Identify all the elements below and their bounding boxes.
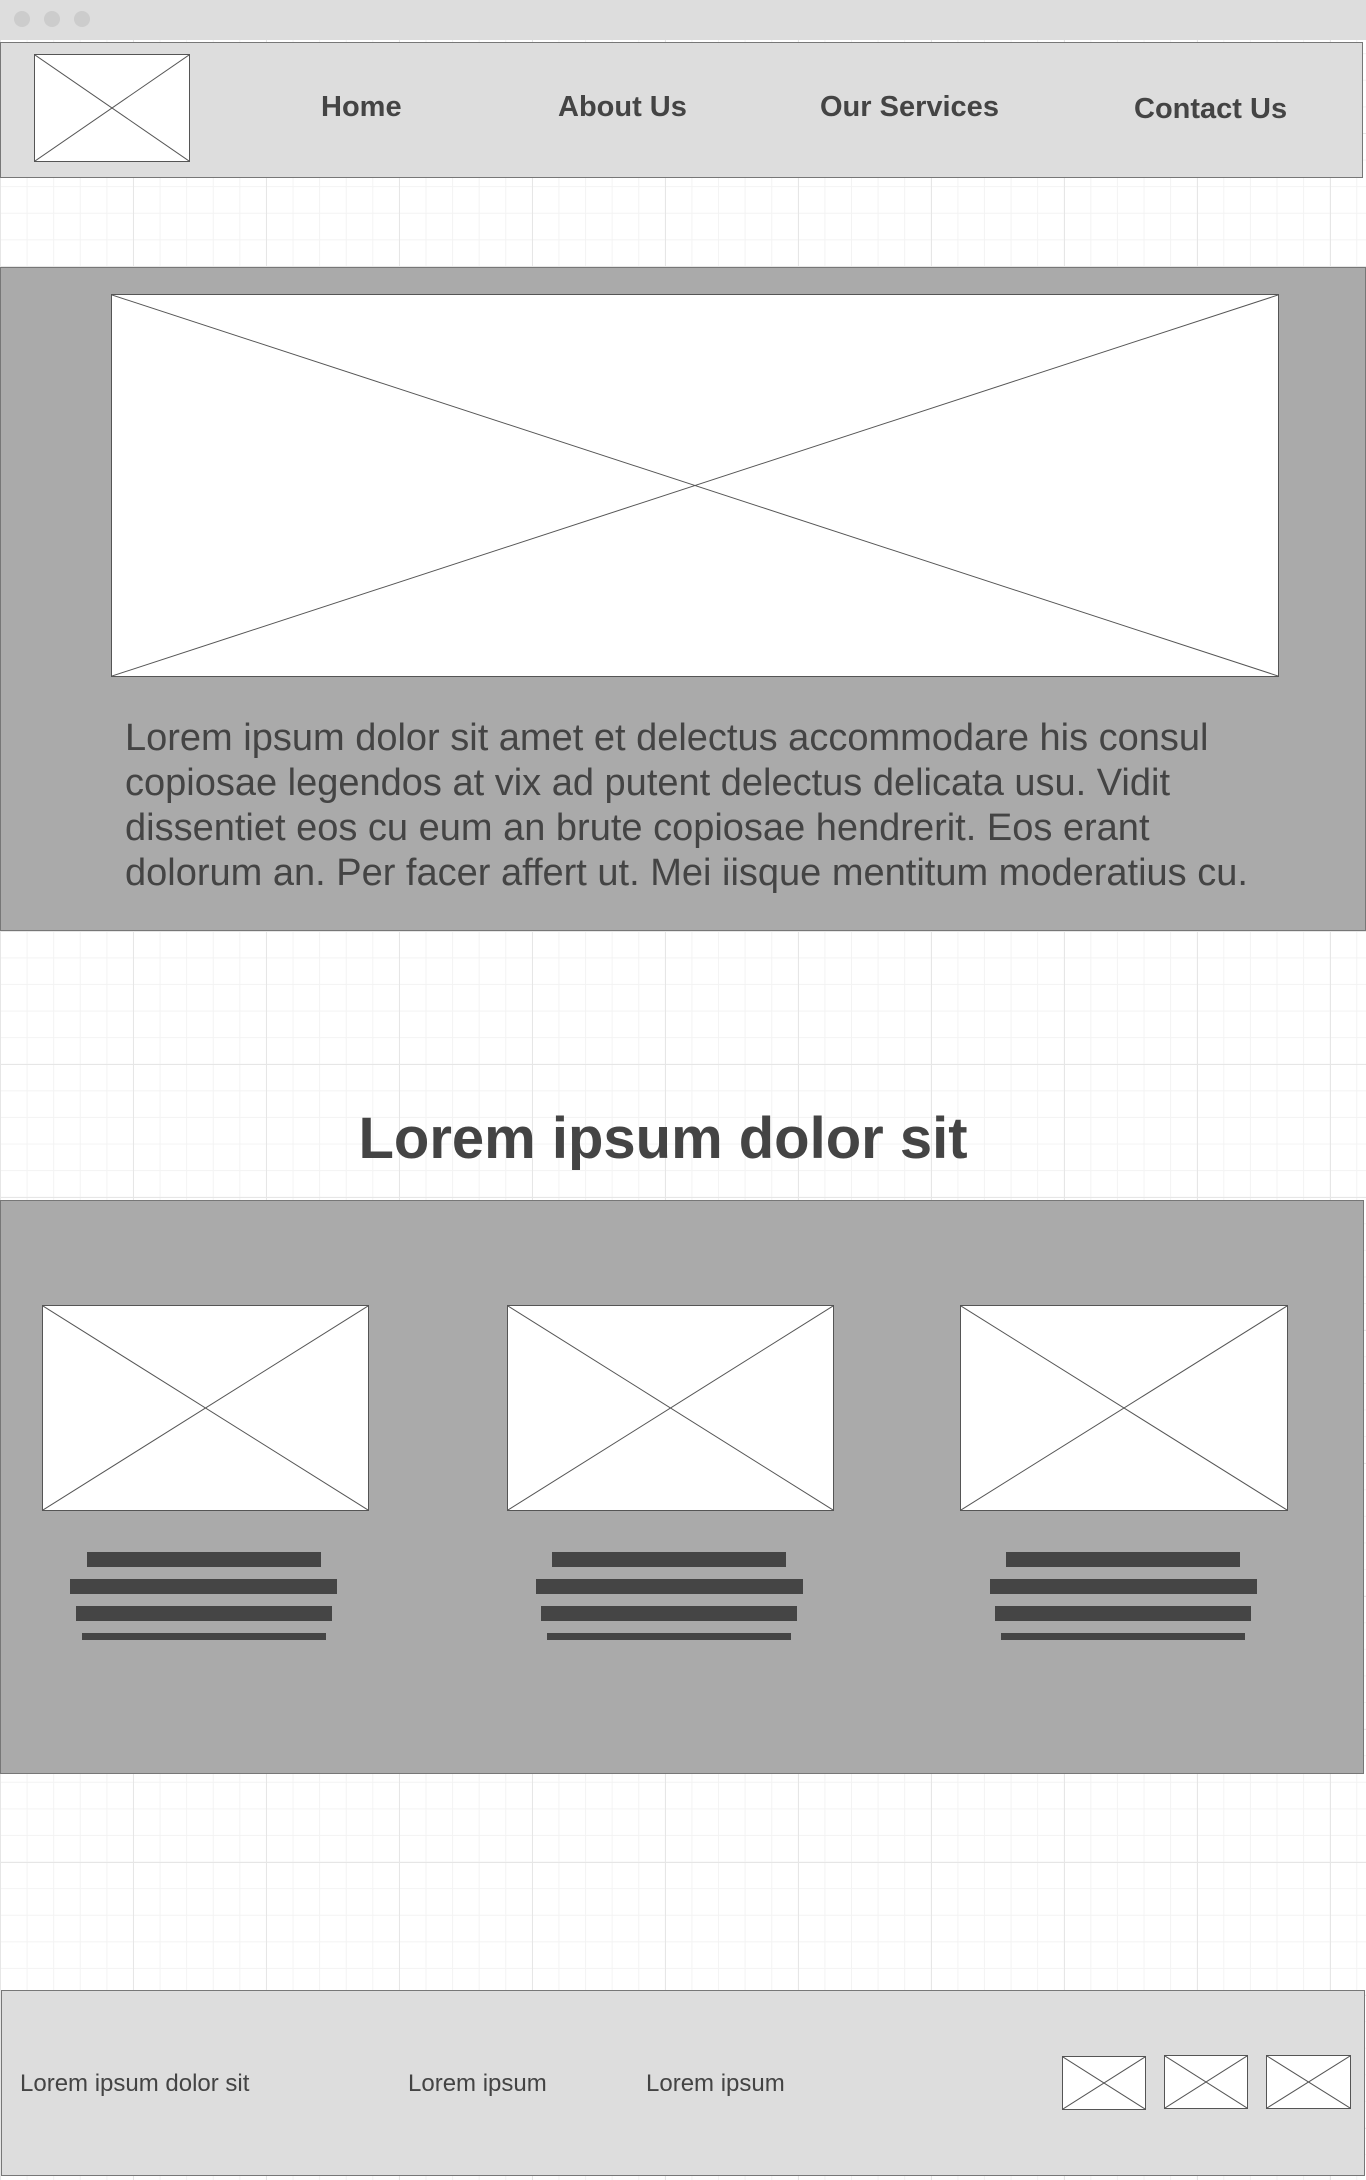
placeholder-cross-icon [43, 1306, 368, 1510]
social-icon-placeholder[interactable] [1062, 2056, 1146, 2110]
hero-paragraph: Lorem ipsum dolor sit amet et delectus a… [125, 717, 1248, 894]
placeholder-cross-icon [508, 1306, 833, 1510]
text-line-placeholder [990, 1579, 1257, 1594]
feature-image-placeholder[interactable] [960, 1305, 1288, 1511]
text-line-placeholder [70, 1579, 337, 1594]
hero-section: Lorem ipsum dolor sit amet et delectus a… [0, 267, 1366, 931]
text-line-placeholder [76, 1606, 332, 1621]
text-line-placeholder [541, 1606, 797, 1621]
social-icon-placeholder[interactable] [1164, 2055, 1248, 2109]
nav-our-services[interactable]: Our Services [820, 91, 999, 124]
text-line-placeholder [536, 1579, 803, 1594]
window-titlebar [0, 0, 1366, 40]
feature-image-placeholder[interactable] [42, 1305, 369, 1511]
placeholder-cross-icon [1267, 2056, 1350, 2108]
window-minimize-button[interactable] [44, 11, 60, 27]
text-line-placeholder [1006, 1552, 1240, 1567]
text-line-placeholder [547, 1633, 791, 1640]
window-close-button[interactable] [14, 11, 30, 27]
text-line-placeholder [87, 1552, 321, 1567]
text-line-placeholder [995, 1606, 1251, 1621]
nav-contact-us[interactable]: Contact Us [1134, 93, 1287, 126]
features-section [0, 1200, 1364, 1774]
site-footer: Lorem ipsum dolor sit Lorem ipsum Lorem … [1, 1990, 1365, 2176]
text-line-placeholder [82, 1633, 326, 1640]
site-header: Home About Us Our Services Contact Us [0, 42, 1363, 178]
logo-placeholder[interactable] [34, 54, 190, 162]
social-icon-placeholder[interactable] [1266, 2055, 1351, 2109]
placeholder-cross-icon [1063, 2057, 1145, 2109]
placeholder-cross-icon [112, 295, 1278, 676]
footer-link[interactable]: Lorem ipsum [408, 2070, 547, 2098]
features-heading: Lorem ipsum dolor sit [358, 1106, 968, 1171]
hero-image-placeholder [111, 294, 1279, 677]
footer-link[interactable]: Lorem ipsum [646, 2070, 785, 2098]
placeholder-cross-icon [1165, 2056, 1247, 2108]
text-line-placeholder [1001, 1633, 1245, 1640]
nav-home[interactable]: Home [321, 91, 402, 124]
nav-about-us[interactable]: About Us [558, 91, 687, 124]
window-maximize-button[interactable] [74, 11, 90, 27]
feature-image-placeholder[interactable] [507, 1305, 834, 1511]
text-line-placeholder [552, 1552, 786, 1567]
footer-link[interactable]: Lorem ipsum dolor sit [20, 2070, 249, 2098]
placeholder-cross-icon [35, 55, 189, 161]
placeholder-cross-icon [961, 1306, 1287, 1510]
